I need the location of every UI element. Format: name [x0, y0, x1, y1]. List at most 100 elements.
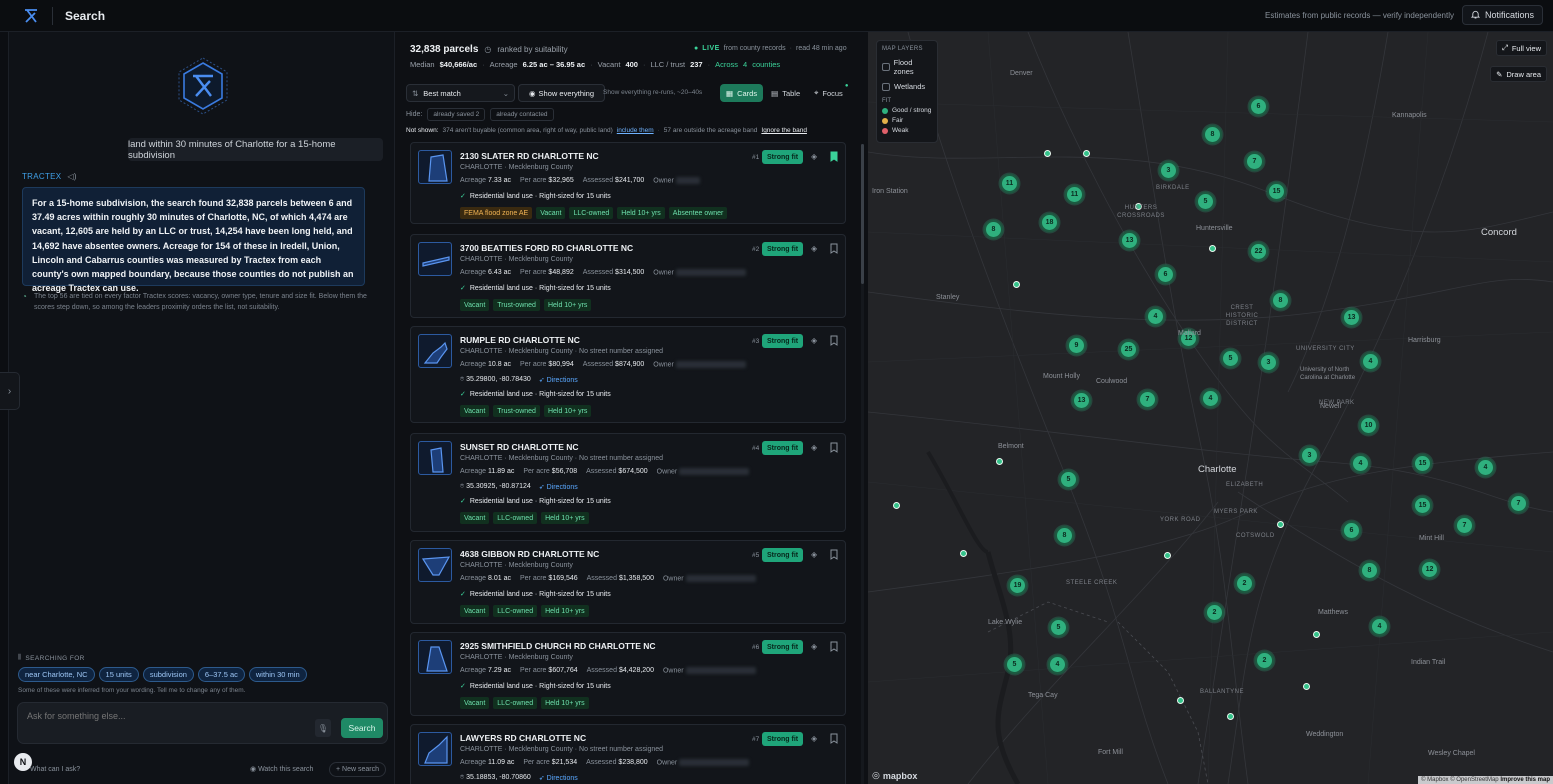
- hide-saved-chip[interactable]: already saved 2: [427, 108, 486, 121]
- map-cluster-marker[interactable]: 5: [1005, 655, 1024, 674]
- layers-icon[interactable]: ◈: [811, 152, 821, 162]
- map-cluster-marker[interactable]: 4: [1048, 655, 1067, 674]
- bookmark-icon[interactable]: [830, 442, 838, 453]
- map-cluster-marker[interactable]: 19: [1008, 576, 1027, 595]
- parcel-title[interactable]: 2925 SMITHFIELD CHURCH RD CHARLOTTE NC: [460, 641, 656, 651]
- parcel-title[interactable]: SUNSET RD CHARLOTTE NC: [460, 442, 579, 452]
- layers-icon[interactable]: ◈: [811, 244, 821, 254]
- map-parcel-pin[interactable]: [892, 501, 900, 509]
- search-button[interactable]: Search: [341, 718, 383, 738]
- view-table[interactable]: ▤ Table: [765, 84, 806, 102]
- map-cluster-marker[interactable]: 4: [1476, 458, 1495, 477]
- map-cluster-marker[interactable]: 18: [1040, 213, 1059, 232]
- directions-link[interactable]: ➶ Directions: [539, 774, 578, 782]
- view-cards[interactable]: ▦ Cards: [720, 84, 764, 102]
- parcel-card[interactable]: SUNSET RD CHARLOTTE NC CHARLOTTE · Meckle…: [410, 433, 846, 532]
- improve-map-link[interactable]: Improve this map: [1500, 777, 1550, 783]
- map-parcel-pin[interactable]: [1012, 280, 1020, 288]
- map-cluster-marker[interactable]: 11: [1065, 185, 1084, 204]
- chip-units[interactable]: 15 units: [98, 667, 139, 682]
- parcel-card[interactable]: 4638 GIBBON RD CHARLOTTE NC CHARLOTTE · M…: [410, 540, 846, 624]
- hide-contacted-chip[interactable]: already contacted: [490, 108, 554, 121]
- mapbox-logo[interactable]: ◎ mapbox: [872, 770, 917, 781]
- checkbox[interactable]: [882, 82, 890, 91]
- map-cluster-marker[interactable]: 13: [1120, 231, 1139, 250]
- map-cluster-marker[interactable]: 7: [1455, 516, 1474, 535]
- map-cluster-marker[interactable]: 4: [1146, 307, 1165, 326]
- map-cluster-marker[interactable]: 4: [1370, 617, 1389, 636]
- map-parcel-pin[interactable]: [1043, 149, 1051, 157]
- map-parcel-pin[interactable]: [1276, 520, 1284, 528]
- parcel-title[interactable]: 2130 SLATER RD CHARLOTTE NC: [460, 151, 599, 161]
- map-cluster-marker[interactable]: 3: [1300, 446, 1319, 465]
- map-parcel-pin[interactable]: [995, 457, 1003, 465]
- map-cluster-marker[interactable]: 4: [1201, 389, 1220, 408]
- checkbox[interactable]: [882, 63, 890, 71]
- map-cluster-marker[interactable]: 15: [1267, 182, 1286, 201]
- map-cluster-marker[interactable]: 3: [1259, 353, 1278, 372]
- layers-icon[interactable]: ◈: [811, 336, 821, 346]
- bookmark-icon[interactable]: [830, 549, 838, 560]
- map-cluster-marker[interactable]: 5: [1059, 470, 1078, 489]
- layers-icon[interactable]: ◈: [811, 642, 821, 652]
- layers-icon[interactable]: ◈: [811, 443, 821, 453]
- map-cluster-marker[interactable]: 6: [1156, 265, 1175, 284]
- map-cluster-marker[interactable]: 2: [1235, 574, 1254, 593]
- mic-button[interactable]: 🎙: [315, 719, 331, 737]
- map-cluster-marker[interactable]: 11: [1000, 174, 1019, 193]
- map[interactable]: MAP LAYERS Flood zones Wetlands FIT Good…: [868, 32, 1553, 784]
- include-them-link[interactable]: include them: [617, 127, 654, 134]
- directions-link[interactable]: ➶ Directions: [539, 483, 578, 491]
- map-cluster-marker[interactable]: 8: [1271, 291, 1290, 310]
- map-parcel-pin[interactable]: [1082, 149, 1090, 157]
- what-can-i-ask-link[interactable]: What can I ask?: [30, 766, 80, 773]
- chip-distance[interactable]: within 30 min: [248, 667, 307, 682]
- layers-icon[interactable]: ◈: [811, 734, 821, 744]
- bookmark-icon[interactable]: [830, 335, 838, 346]
- bookmark-icon[interactable]: [830, 243, 838, 254]
- map-cluster-marker[interactable]: 8: [984, 220, 1003, 239]
- map-cluster-marker[interactable]: 7: [1509, 494, 1528, 513]
- map-parcel-pin[interactable]: [1176, 696, 1184, 704]
- map-parcel-pin[interactable]: [959, 549, 967, 557]
- map-cluster-marker[interactable]: 5: [1196, 192, 1215, 211]
- directions-link[interactable]: ➶ Directions: [539, 376, 578, 384]
- layers-icon[interactable]: ◈: [811, 550, 821, 560]
- full-view-button[interactable]: ⤢ Full view: [1495, 40, 1547, 56]
- map-cluster-marker[interactable]: 3: [1159, 161, 1178, 180]
- map-parcel-pin[interactable]: [1208, 244, 1216, 252]
- map-cluster-marker[interactable]: 9: [1067, 336, 1086, 355]
- map-cluster-marker[interactable]: 22: [1249, 242, 1268, 261]
- parcel-card[interactable]: 2925 SMITHFIELD CHURCH RD CHARLOTTE NC CH…: [410, 632, 846, 716]
- sort-select[interactable]: ⇅ Best match ⌄: [406, 84, 515, 102]
- map-cluster-marker[interactable]: 2: [1255, 651, 1274, 670]
- chip-acreage[interactable]: 6–37.5 ac: [197, 667, 245, 682]
- speaker-icon[interactable]: ◁): [67, 172, 76, 181]
- expand-sidebar-button[interactable]: ›: [0, 372, 20, 410]
- parcel-title[interactable]: RUMPLE RD CHARLOTTE NC: [460, 335, 580, 345]
- map-cluster-marker[interactable]: 7: [1138, 390, 1157, 409]
- map-cluster-marker[interactable]: 4: [1351, 454, 1370, 473]
- map-cluster-marker[interactable]: 5: [1049, 618, 1068, 637]
- flood-zones-toggle[interactable]: Flood zones: [882, 58, 932, 76]
- map-cluster-marker[interactable]: 6: [1342, 521, 1361, 540]
- map-parcel-pin[interactable]: [1226, 712, 1234, 720]
- scrollbar-thumb[interactable]: [861, 144, 864, 284]
- map-cluster-marker[interactable]: 15: [1413, 454, 1432, 473]
- map-parcel-pin[interactable]: [1312, 630, 1320, 638]
- parcel-card[interactable]: 3700 BEATTIES FORD RD CHARLOTTE NC CHARLO…: [410, 234, 846, 318]
- map-parcel-pin[interactable]: [1302, 682, 1310, 690]
- new-search-button[interactable]: + New search: [329, 762, 386, 777]
- wetlands-toggle[interactable]: Wetlands: [882, 82, 932, 91]
- map-cluster-marker[interactable]: 15: [1413, 496, 1432, 515]
- chip-location[interactable]: near Charlotte, NC: [18, 667, 95, 682]
- map-cluster-marker[interactable]: 2: [1205, 603, 1224, 622]
- map-cluster-marker[interactable]: 13: [1072, 391, 1091, 410]
- watch-search-link[interactable]: ◉ Watch this search: [250, 765, 313, 773]
- map-cluster-marker[interactable]: 12: [1420, 560, 1439, 579]
- map-cluster-marker[interactable]: 6: [1249, 97, 1268, 116]
- show-everything-button[interactable]: ◉ Show everything: [518, 84, 605, 102]
- map-cluster-marker[interactable]: 10: [1359, 416, 1378, 435]
- map-cluster-marker[interactable]: 5: [1221, 349, 1240, 368]
- map-cluster-marker[interactable]: 25: [1119, 340, 1138, 359]
